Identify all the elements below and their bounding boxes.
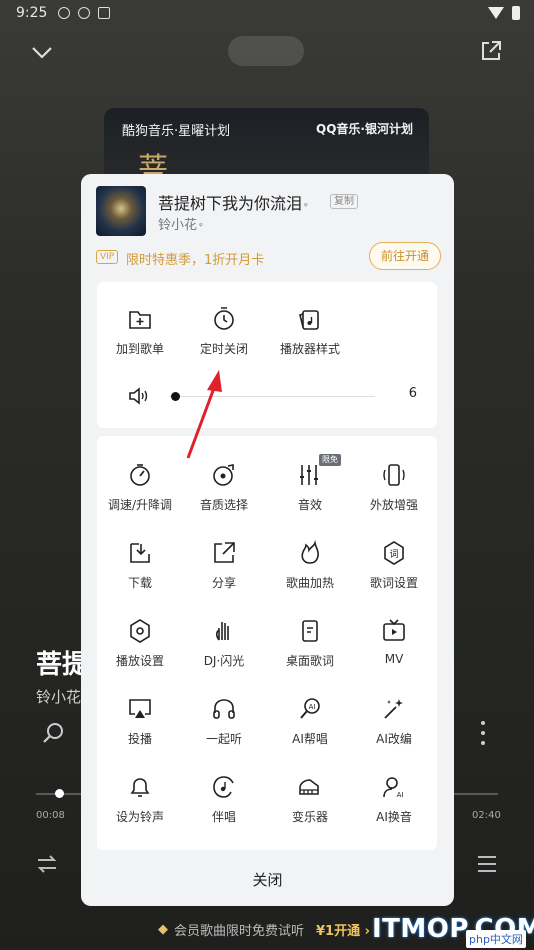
mode-toggle[interactable] (228, 36, 304, 66)
album-left-text: 酷狗音乐·星曜计划 (122, 124, 231, 139)
more-functions-card: 调速/升降调 音质选择 限免 音效 外放增强 下载 分享 歌曲加热 词 歌词设置… (97, 436, 437, 850)
close-button[interactable]: 关闭 (81, 860, 454, 906)
fire-icon (301, 540, 319, 564)
volume-icon[interactable] (127, 384, 151, 408)
search-icon[interactable] (40, 720, 66, 746)
vip-promo: VIP 限时特惠季，1折开月卡 前往开通 (96, 242, 441, 270)
share-button[interactable]: 分享 (181, 540, 267, 591)
speaker-boost-button[interactable]: 外放增强 (351, 462, 437, 513)
svg-text:词: 词 (389, 549, 398, 560)
desktop-lyrics-button[interactable]: 桌面歌词 (267, 618, 353, 669)
song-artist[interactable]: 铃小花 (158, 218, 197, 233)
watermark-sub: php中文网 (466, 930, 526, 948)
more-options-sheet: 菩提树下我为你流泪 ᵠ 复制 铃小花 ᵠ VIP 限时特惠季，1折开月卡 前往开通 … (81, 174, 454, 906)
copy-button[interactable]: 复制 (330, 194, 358, 209)
volume-slider-knob[interactable] (171, 392, 180, 401)
dj-flash-icon (215, 622, 229, 641)
player-artist[interactable]: 铃小花 (36, 686, 81, 707)
instrument-icon (299, 779, 319, 795)
accompany-icon (213, 776, 234, 798)
set-ringtone-button[interactable]: 设为铃声 (97, 774, 183, 825)
ai-sing-icon: AI (300, 698, 320, 719)
listen-together-button[interactable]: 一起听 (181, 696, 267, 747)
svg-text:AI: AI (309, 703, 316, 711)
quality-icon (213, 464, 234, 486)
volume-value: 6 (408, 386, 417, 401)
mv-icon (383, 619, 405, 641)
dj-flash-button[interactable]: DJ·闪光 (181, 618, 267, 669)
search-small-icon: ᵠ (304, 202, 308, 212)
playlist-icon[interactable] (476, 853, 498, 875)
player-style-button[interactable]: 播放器样式 (267, 306, 353, 357)
time-current: 00:08 (36, 810, 65, 821)
time-total: 02:40 (472, 810, 501, 821)
vip-badge: VIP (96, 250, 119, 264)
loop-icon[interactable] (36, 853, 58, 875)
speed-icon (130, 464, 150, 486)
ai-sing-button[interactable]: AI AI帮唱 (267, 696, 353, 747)
listen-together-icon (213, 699, 235, 719)
diamond-icon: ◆ (158, 922, 168, 937)
quality-select-button[interactable]: 音质选择 (181, 462, 267, 513)
svg-text:AI: AI (397, 791, 404, 799)
share-icon (214, 542, 235, 563)
quick-actions-card: 加到歌单 定时关闭 播放器样式 6 (97, 282, 437, 428)
volume-control: 6 (127, 382, 417, 412)
status-time: 9:25 (16, 5, 48, 21)
status-icons (58, 7, 110, 19)
mv-button[interactable]: MV (351, 618, 437, 666)
song-cover (96, 186, 146, 236)
ai-voice-button[interactable]: AI AI换音 (351, 774, 437, 825)
cast-button[interactable]: 投播 (97, 696, 183, 747)
wifi-icon (488, 7, 504, 19)
search-small-icon: ᵠ (199, 222, 203, 232)
song-header: 菩提树下我为你流泪 ᵠ 复制 铃小花 ᵠ (96, 186, 441, 236)
lyrics-setting-icon: 词 (384, 541, 404, 565)
sync-icon (78, 7, 90, 19)
ai-remix-icon (384, 699, 403, 719)
add-to-playlist-button[interactable]: 加到歌单 (97, 306, 183, 357)
collapse-chevron-icon[interactable] (30, 40, 54, 64)
a-icon (98, 7, 110, 19)
player-style-icon (299, 310, 319, 330)
external-share-icon[interactable] (480, 40, 502, 62)
status-bar: 9:25 (0, 0, 534, 28)
more-icon[interactable] (478, 718, 488, 748)
song-heat-button[interactable]: 歌曲加热 (267, 540, 353, 591)
download-button[interactable]: 下载 (97, 540, 183, 591)
play-setting-icon (130, 619, 150, 643)
lyrics-setting-button[interactable]: 词 歌词设置 (351, 540, 437, 591)
vip-open-button[interactable]: 前往开通 (369, 242, 441, 270)
add-to-playlist-icon (129, 311, 151, 329)
cast-icon (129, 699, 151, 718)
timer-icon (214, 307, 234, 330)
k-icon (58, 7, 70, 19)
vip-promo-text: 限时特惠季，1折开月卡 (126, 253, 265, 268)
progress-knob[interactable] (55, 789, 64, 798)
free-tag: 限免 (319, 454, 341, 466)
download-icon (130, 543, 150, 563)
equalizer-icon (300, 465, 318, 485)
play-setting-button[interactable]: 播放设置 (97, 618, 183, 669)
song-title: 菩提树下我为你流泪 (158, 194, 303, 213)
banner-price[interactable]: ¥1开通 › (316, 920, 370, 939)
volume-slider-track[interactable] (169, 396, 375, 397)
sound-effect-button[interactable]: 限免 音效 (267, 454, 353, 513)
battery-icon (512, 6, 520, 20)
ai-voice-icon: AI (383, 777, 404, 799)
desktop-lyrics-icon (302, 620, 318, 642)
speed-pitch-button[interactable]: 调速/升降调 (97, 462, 183, 513)
ai-remix-button[interactable]: AI改编 (351, 696, 437, 747)
speaker-boost-icon (383, 464, 405, 486)
instrument-button[interactable]: 变乐器 (267, 774, 353, 825)
album-right-text: QQ音乐·银河计划 (316, 122, 413, 136)
accompany-button[interactable]: 伴唱 (181, 774, 267, 825)
timer-close-button[interactable]: 定时关闭 (181, 306, 267, 357)
ringtone-icon (130, 778, 150, 797)
banner-text: 会员歌曲限时免费试听 (174, 924, 305, 939)
